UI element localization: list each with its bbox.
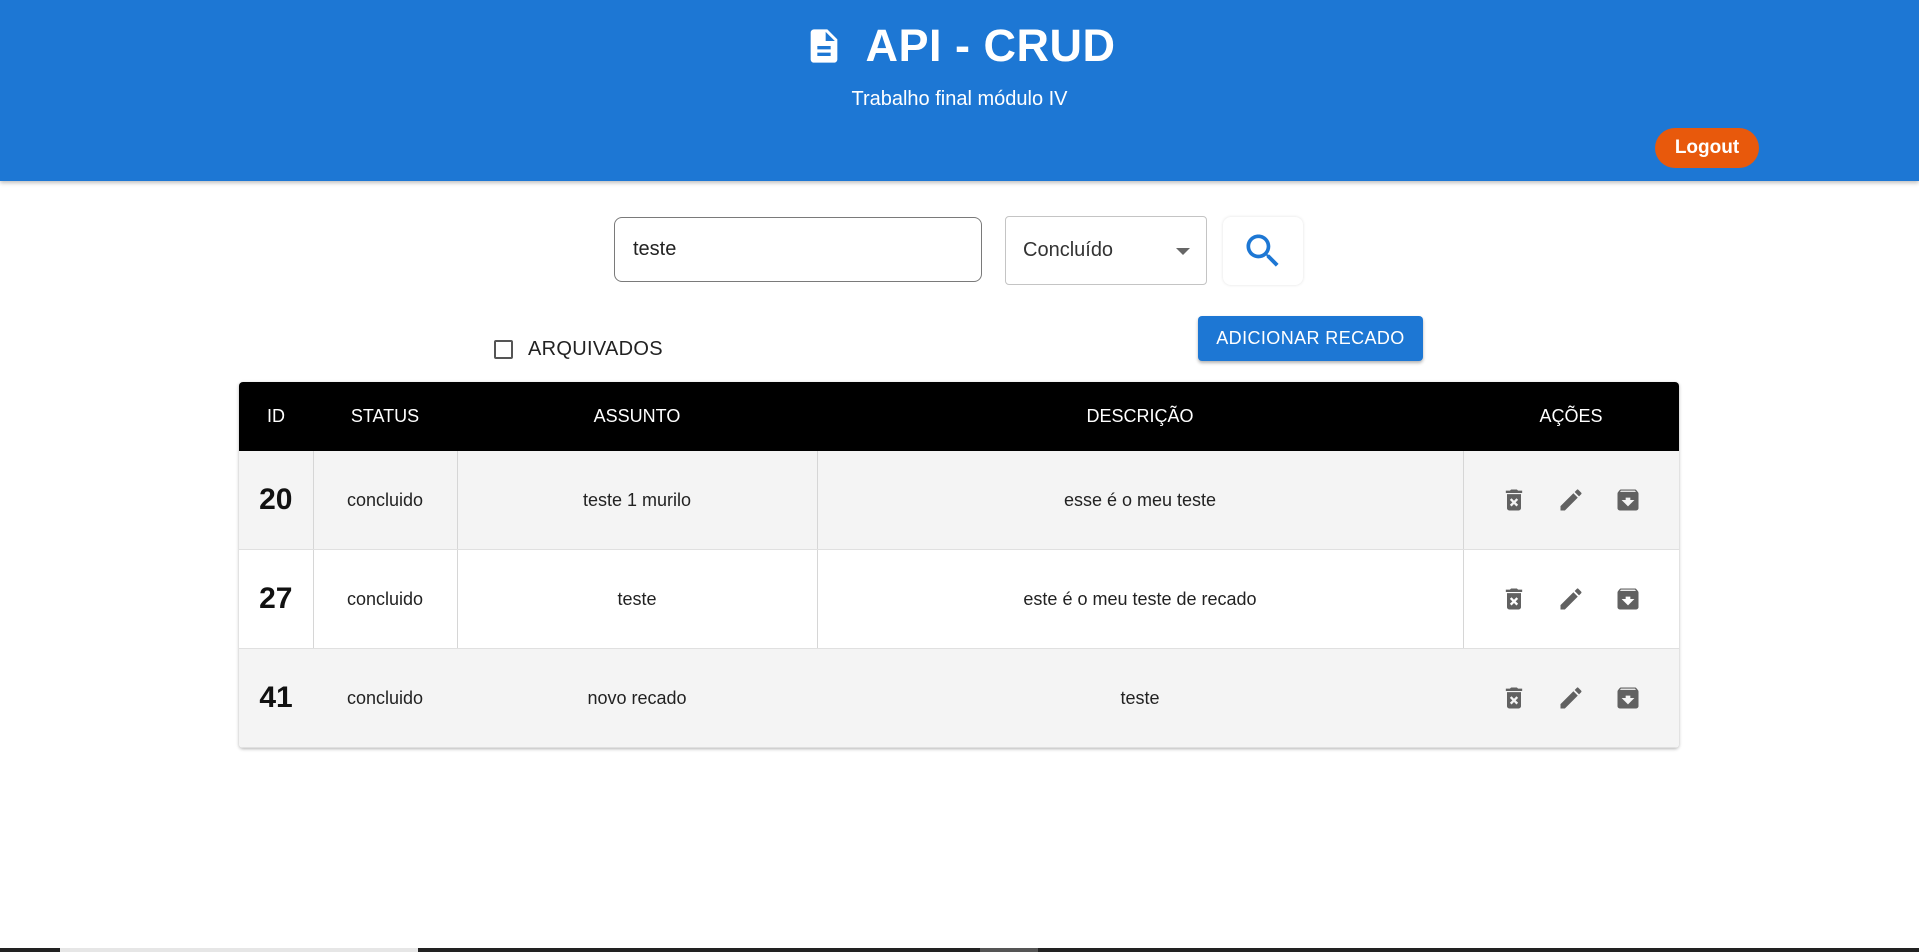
delete-button[interactable] [1500, 583, 1528, 615]
table-row: 20 concluido teste 1 murilo esse é o meu… [239, 451, 1679, 550]
document-icon [810, 29, 837, 63]
archive-icon [1617, 489, 1639, 511]
column-header-id: ID [239, 382, 313, 451]
archived-filter[interactable]: ARQUIVADOS [494, 336, 663, 362]
cell-status: concluido [313, 648, 457, 748]
table-header-row: ID STATUS ASSUNTO DESCRIÇÃO AÇÕES [239, 382, 1679, 451]
cell-id: 27 [239, 549, 314, 649]
search-input-value: teste [633, 238, 677, 260]
status-select-value: Concluído [1023, 239, 1114, 261]
archive-button[interactable] [1614, 583, 1642, 615]
delete-icon [1506, 588, 1523, 610]
messages-table: ID STATUS ASSUNTO DESCRIÇÃO AÇÕES 20 con… [239, 382, 1679, 748]
delete-button[interactable] [1500, 484, 1528, 516]
table-row: 27 concluido teste este é o meu teste de… [239, 549, 1679, 649]
archived-checkbox[interactable] [494, 339, 513, 359]
cell-subject: teste [457, 549, 818, 649]
edit-button[interactable] [1557, 682, 1585, 714]
cell-description: este é o meu teste de recado [817, 549, 1464, 649]
app-subtitle: Trabalho final módulo IV [851, 88, 1068, 110]
cell-actions [1463, 451, 1679, 550]
delete-icon [1506, 489, 1523, 511]
cell-id: 20 [239, 451, 314, 550]
search-input[interactable]: teste [614, 217, 982, 282]
search-icon [1246, 234, 1279, 267]
cell-subject: teste 1 murilo [457, 451, 818, 550]
column-header-actions: AÇÕES [1463, 382, 1679, 451]
edit-button[interactable] [1557, 484, 1585, 516]
cell-status: concluido [313, 451, 458, 550]
archive-icon [1617, 687, 1639, 709]
archive-button[interactable] [1614, 682, 1642, 714]
table-row: 41 concluido novo recado teste [239, 648, 1679, 748]
edit-icon [1560, 588, 1582, 610]
column-header-status: STATUS [313, 382, 457, 451]
cell-actions [1463, 648, 1679, 748]
cell-actions [1463, 549, 1679, 649]
cell-id: 41 [239, 648, 313, 748]
archive-icon [1617, 588, 1639, 610]
column-header-subject: ASSUNTO [457, 382, 817, 451]
cell-subject: novo recado [457, 648, 817, 748]
delete-button[interactable] [1500, 682, 1528, 714]
search-button[interactable] [1223, 217, 1303, 285]
cell-description: teste [817, 648, 1463, 748]
archived-label: ARQUIVADOS [528, 337, 663, 360]
logout-button[interactable]: Logout [1655, 128, 1759, 168]
archive-button[interactable] [1614, 484, 1642, 516]
bottom-bar-segment [980, 948, 1038, 952]
cell-description: esse é o meu teste [817, 451, 1464, 550]
chevron-down-icon [1176, 248, 1190, 255]
brand: API - CRUD [0, 20, 1919, 72]
status-select[interactable]: Concluído [1005, 216, 1207, 285]
add-message-button[interactable]: ADICIONAR RECADO [1198, 316, 1423, 361]
edit-icon [1560, 687, 1582, 709]
cell-status: concluido [313, 549, 458, 649]
edit-icon [1560, 489, 1582, 511]
column-header-description: DESCRIÇÃO [817, 382, 1463, 451]
delete-icon [1505, 687, 1523, 709]
bottom-bar-segment [60, 948, 418, 952]
app-title: API - CRUD [865, 20, 1116, 71]
app-header: API - CRUD Trabalho final módulo IV Logo… [0, 0, 1919, 181]
edit-button[interactable] [1557, 583, 1585, 615]
